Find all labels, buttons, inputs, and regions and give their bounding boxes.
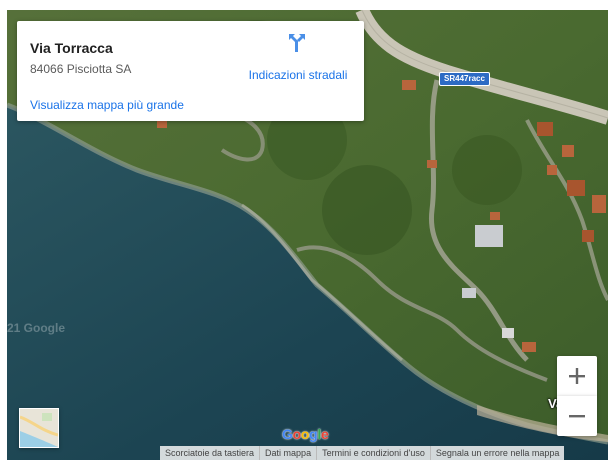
view-larger-map-link[interactable]: Visualizza mappa più grande [30,98,184,112]
google-logo: Google [282,426,329,442]
map-layer-thumbnail [20,409,58,447]
zoom-in-button[interactable] [557,356,597,396]
plus-icon [569,368,585,384]
directions-arrow-icon [289,34,305,52]
terms-of-use-link[interactable]: Termini e condizioni d'uso [316,446,430,460]
map-data-link[interactable]: Dati mappa [259,446,317,460]
map-layer-toggle[interactable] [19,408,59,448]
zoom-out-button[interactable] [557,396,597,436]
report-map-error-link[interactable]: Segnala un errore nella mappa [429,446,565,460]
place-title: Via Torracca [30,40,113,56]
directions-label: Indicazioni stradali [248,68,348,82]
keyboard-shortcuts-link[interactable]: Scorciatoie da tastiera [160,446,260,460]
minus-icon [569,415,585,418]
place-address: 84066 Pisciotta SA [30,62,132,76]
road-shield-label: SR447racc [439,72,490,86]
directions-button[interactable]: Indicazioni stradali [243,31,353,87]
map-attribution-bar: Scorciatoie da tastiera Dati mappa Termi… [160,446,565,460]
map-watermark: 21 Google [7,321,66,335]
satellite-map[interactable]: Via Torracca 84066 Pisciotta SA Visualiz… [7,10,608,460]
place-info-card: Via Torracca 84066 Pisciotta SA Visualiz… [17,21,364,121]
